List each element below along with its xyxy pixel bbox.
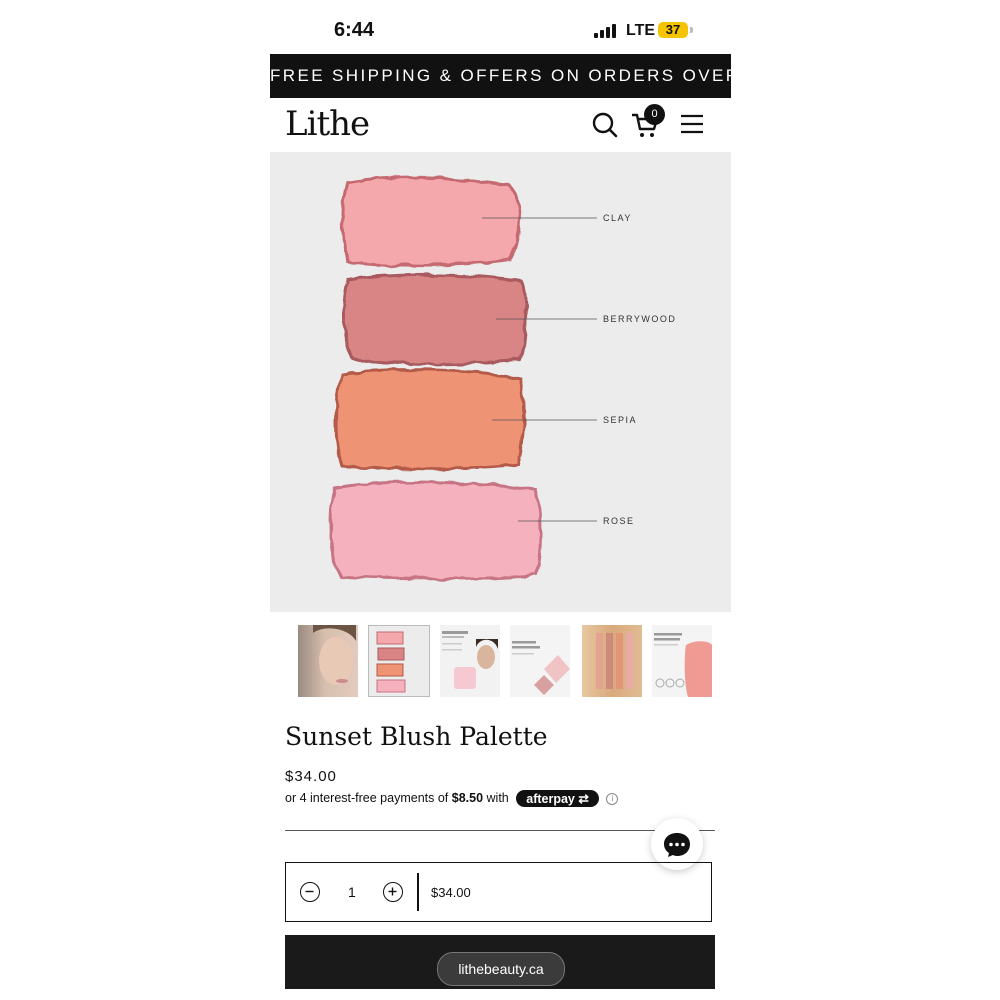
line-price: $34.00 [431,885,471,900]
swatch-label-clay: CLAY [603,213,632,223]
swatch-label-berrywood: BERRYWOOD [603,314,677,324]
network-label: LTE [626,22,656,39]
installment-info: or 4 interest-free payments of $8.50 wit… [285,790,619,807]
afterpay-label: afterpay [526,792,575,806]
site-logo[interactable]: Lithe [285,104,370,144]
info-icon[interactable]: i [606,792,619,805]
plus-icon [388,887,397,896]
quantity-value[interactable]: 1 [348,884,356,900]
status-bar: 6:44 LTE 37 [270,0,731,54]
status-time: 6:44 [334,19,375,41]
thumbnail-more-than-average-blush[interactable] [440,625,500,697]
product-title: Sunset Blush Palette [285,722,548,751]
thumbnail-swatches[interactable] [368,625,430,697]
swatch-sepia [334,368,526,471]
promo-banner[interactable]: FREE SHIPPING & OFFERS ON ORDERS OVER $7… [270,54,731,98]
swatch-label-sepia: SEPIA [603,415,638,425]
browser-url-bar[interactable]: lithebeauty.ca [437,952,565,986]
swatch-berrywood [342,273,528,366]
menu-icon[interactable] [680,114,704,136]
decrease-quantity-button[interactable] [300,882,320,902]
swatch-clay [341,176,521,268]
thumbnail-sheer-shades[interactable] [510,625,570,697]
quantity-separator [417,873,419,911]
battery-icon: 37 [658,22,688,38]
search-icon[interactable] [592,110,618,140]
afterpay-badge[interactable]: afterpay ⇄ [516,790,599,807]
installment-prefix: or 4 interest-free payments of [285,790,449,805]
product-hero-image[interactable]: CLAY BERRYWOOD SEPIA ROSE [270,152,731,612]
product-page: 6:44 LTE 37 FREE SHIPPING & OFFERS ON OR… [270,0,731,1000]
installment-amount: $8.50 [451,790,484,805]
increase-quantity-button[interactable] [383,882,403,902]
quantity-selector: 1 $34.00 [285,862,712,922]
thumbnail-strip [270,622,731,700]
product-price: $34.00 [285,768,337,785]
battery-tip [690,27,693,33]
installment-with: with [486,790,509,805]
thumbnail-arm-swatches[interactable] [582,625,642,697]
cart-count-badge: 0 [644,104,665,125]
thumbnail-clean-conscious[interactable] [652,625,712,697]
site-header: Lithe 0 [270,98,731,152]
signal-icon [594,24,620,38]
minus-icon [305,890,314,893]
swatch-rose [328,480,542,581]
swatch-illustration [328,176,597,581]
swatch-label-rose: ROSE [603,516,635,526]
thumbnail-model-face[interactable] [298,625,358,697]
